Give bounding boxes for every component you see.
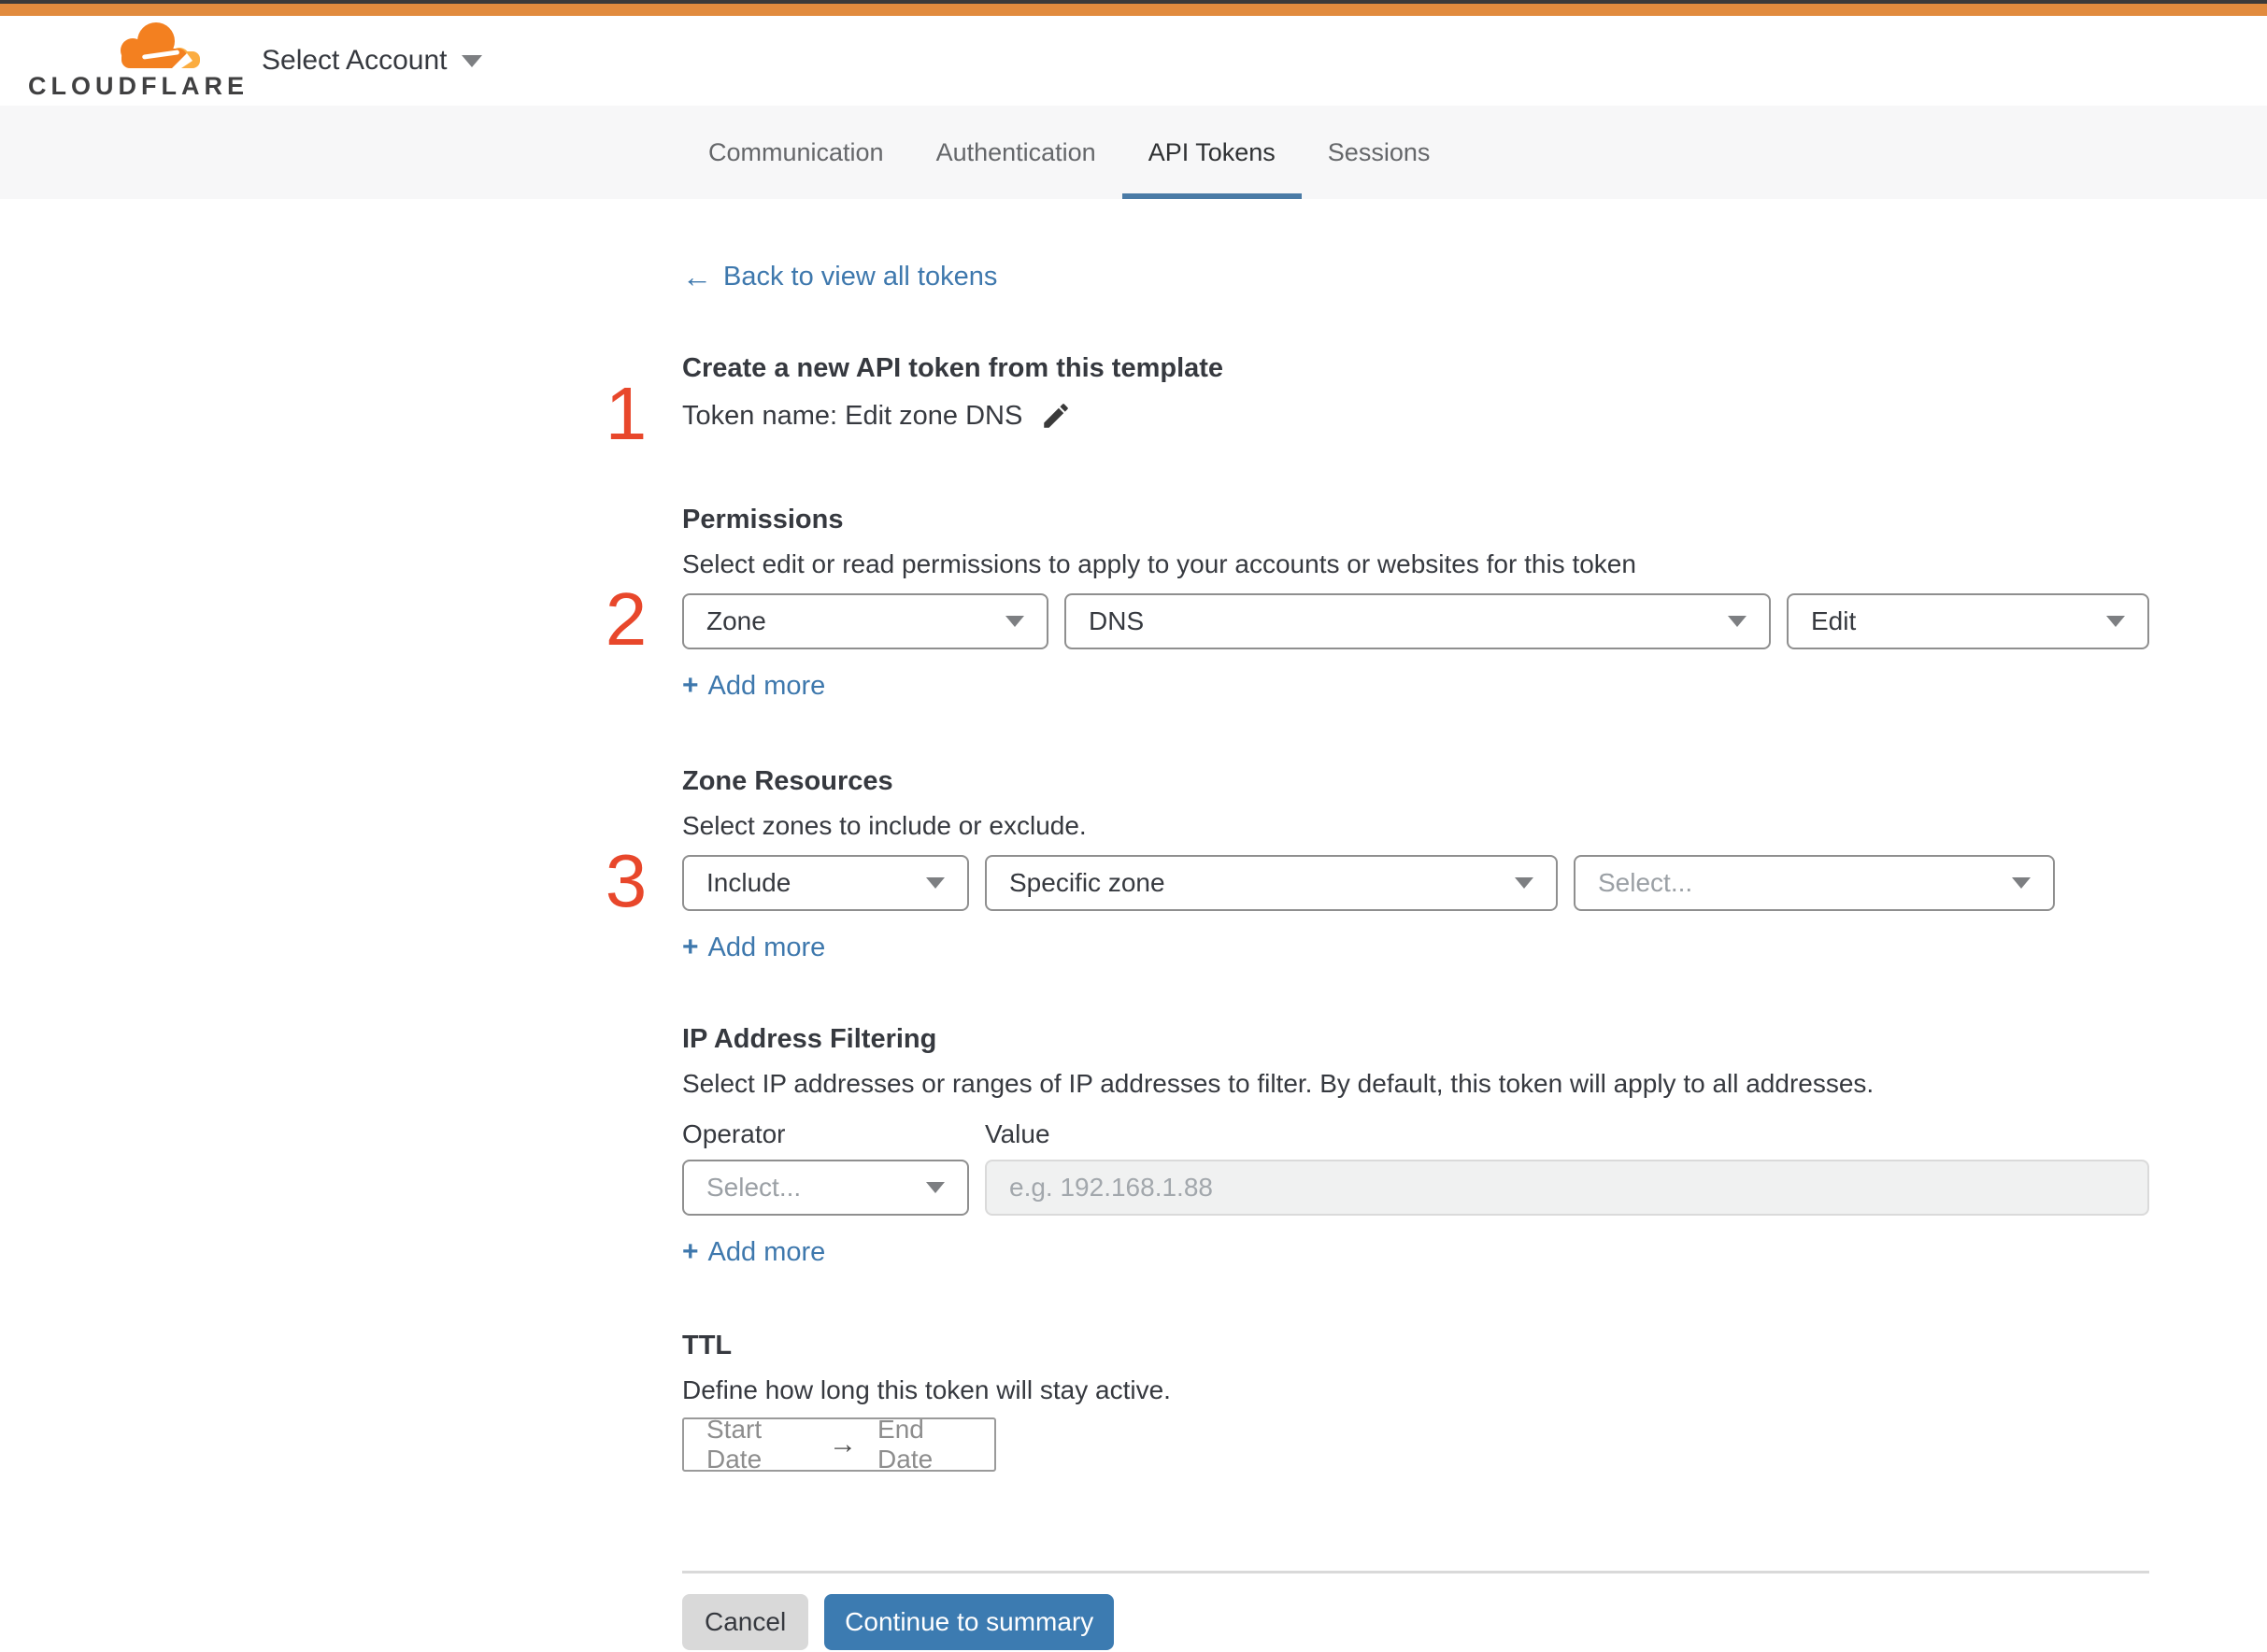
step-number-2: 2: [605, 577, 648, 661]
back-to-tokens-link[interactable]: ← Back to view all tokens: [682, 261, 997, 292]
cloudflare-cloud-icon: [121, 22, 200, 68]
token-name-label: Token name: Edit zone DNS: [682, 400, 1023, 431]
zone-resources-add-more-link[interactable]: + Add more: [682, 932, 825, 963]
right-arrow-icon: →: [829, 1429, 858, 1460]
permissions-add-more-link[interactable]: + Add more: [682, 670, 825, 702]
zone-resources-heading: Zone Resources: [682, 766, 893, 796]
cancel-button[interactable]: Cancel: [682, 1594, 809, 1650]
chevron-down-icon: [462, 54, 483, 67]
step-number-1: 1: [605, 372, 648, 455]
back-arrow-icon: ←: [682, 260, 712, 293]
chevron-down-icon: [926, 877, 945, 889]
end-date-placeholder: End Date: [877, 1415, 934, 1474]
logo-wordmark: CLOUDFLARE: [28, 72, 249, 100]
footer-divider: [682, 1571, 2149, 1574]
chevron-down-icon: [2012, 877, 2031, 889]
back-link-label: Back to view all tokens: [723, 262, 998, 292]
chevron-down-icon: [1005, 616, 1024, 627]
ip-filtering-row: Select...: [682, 1160, 2149, 1216]
zone-type-select[interactable]: Specific zone: [985, 855, 1558, 911]
permissions-row: 2 Zone DNS Edit: [606, 582, 2149, 657]
permission-access-select[interactable]: Edit: [1787, 593, 2149, 649]
zone-mode-select[interactable]: Include: [682, 855, 969, 911]
chevron-down-icon: [926, 1182, 945, 1193]
tab-api-tokens[interactable]: API Tokens: [1121, 106, 1302, 199]
edit-token-name-icon[interactable]: [1039, 399, 1073, 433]
ip-operator-select[interactable]: Select...: [682, 1160, 969, 1216]
zone-resources-row: 3 Include Specific zone Select...: [606, 844, 2149, 919]
main-content: ← Back to view all tokens Create a new A…: [606, 199, 2149, 1650]
ip-filtering-heading: IP Address Filtering: [682, 1024, 937, 1054]
chevron-down-icon: [2106, 616, 2125, 627]
step-number-3: 3: [605, 839, 648, 922]
chevron-down-icon: [1515, 877, 1533, 889]
brand-accent-bar: [0, 4, 2267, 16]
ttl-date-range-picker[interactable]: Start Date → End Date: [682, 1415, 996, 1474]
continue-to-summary-button[interactable]: Continue to summary: [824, 1594, 1115, 1650]
permission-scope-select[interactable]: Zone: [682, 593, 1048, 649]
permissions-description: Select edit or read permissions to apply…: [682, 549, 1636, 578]
cloudflare-logo[interactable]: CLOUDFLARE: [28, 21, 244, 101]
plus-icon: +: [682, 932, 699, 962]
footer-actions: Cancel Continue to summary: [682, 1594, 2149, 1650]
plus-icon: +: [682, 670, 699, 701]
tab-authentication[interactable]: Authentication: [910, 106, 1122, 199]
ip-filtering-add-more-link[interactable]: + Add more: [682, 1236, 825, 1268]
permissions-heading: Permissions: [682, 505, 844, 534]
value-label: Value: [985, 1119, 1050, 1148]
tab-sessions[interactable]: Sessions: [1302, 106, 1457, 199]
ip-filtering-field-labels: Operator Value: [682, 1118, 2149, 1150]
create-token-heading: Create a new API token from this templat…: [682, 353, 1224, 383]
tab-bar: Communication Authentication API Tokens …: [0, 106, 2267, 199]
ip-value-input[interactable]: [985, 1160, 2149, 1216]
start-date-placeholder: Start Date: [706, 1415, 763, 1474]
tab-communication[interactable]: Communication: [682, 106, 910, 199]
plus-icon: +: [682, 1236, 699, 1267]
ttl-heading: TTL: [682, 1331, 733, 1360]
ip-filtering-description: Select IP addresses or ranges of IP addr…: [682, 1069, 1875, 1098]
account-selector[interactable]: Select Account: [262, 45, 483, 77]
operator-label: Operator: [682, 1119, 786, 1148]
account-selector-label: Select Account: [262, 45, 448, 76]
zone-picker-select[interactable]: Select...: [1574, 855, 2055, 911]
header: CLOUDFLARE Select Account: [0, 16, 2267, 106]
permission-resource-select[interactable]: DNS: [1064, 593, 1771, 649]
chevron-down-icon: [1728, 616, 1747, 627]
zone-resources-description: Select zones to include or exclude.: [682, 811, 1087, 840]
token-name-row: 1 Token name: Edit zone DNS: [606, 377, 2149, 451]
ttl-description: Define how long this token will stay act…: [682, 1375, 1171, 1404]
